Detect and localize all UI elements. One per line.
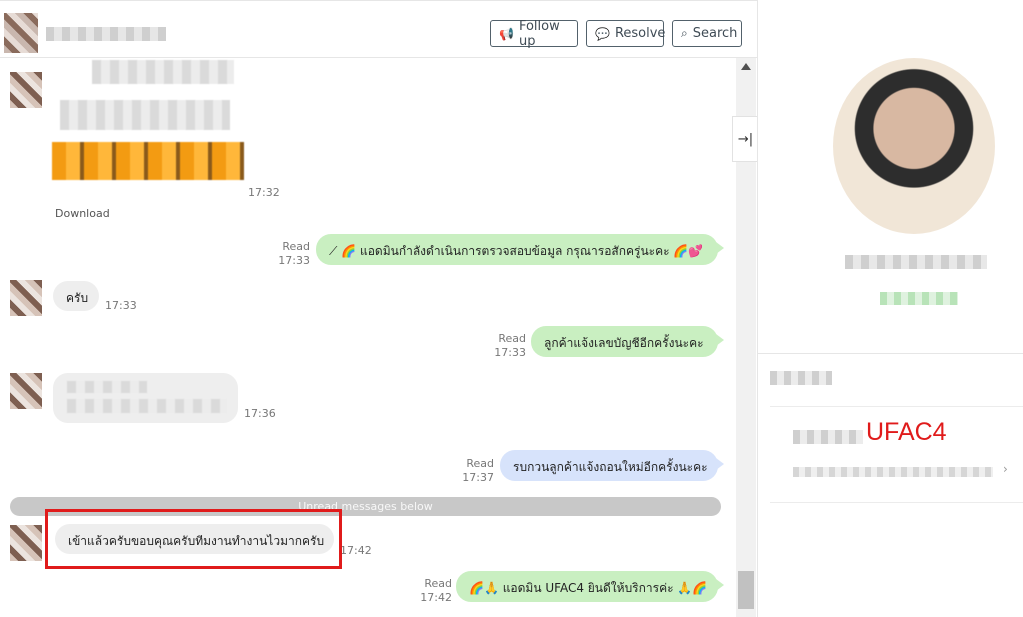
message-text: ลูกค้าแจ้งเลขบัญชีอีกครั้งนะคะ <box>544 336 704 350</box>
panel-divider <box>757 353 1023 354</box>
chat-app: 📢 Follow up 💬 Resolve ⌕ Search →| 17:32 … <box>0 0 1023 617</box>
download-link[interactable]: Download <box>55 207 110 220</box>
profile-picture[interactable] <box>833 58 995 234</box>
collapse-right-icon: →| <box>737 131 754 147</box>
message-text: ครับ <box>66 291 89 305</box>
read-receipt: Read 17:37 <box>462 457 494 485</box>
scroll-up-arrow-icon[interactable] <box>741 63 751 70</box>
scrollbar-thumb[interactable] <box>738 571 754 609</box>
section-label-redacted <box>770 371 832 385</box>
message-time: 17:33 <box>494 346 526 359</box>
redacted-text <box>60 100 230 130</box>
outgoing-message-bubble: 🌈🙏 แอดมิน UFAC4 ยินดีให้บริการค่ะ 🙏🌈 <box>456 571 724 602</box>
search-button[interactable]: ⌕ Search <box>672 20 742 47</box>
read-status: Read <box>282 240 310 253</box>
info-card-detail-redacted <box>793 467 993 477</box>
info-card-title-redacted <box>793 430 863 444</box>
sender-avatar <box>10 280 42 316</box>
profile-status-redacted <box>880 292 958 305</box>
message-time: 17:32 <box>248 186 280 199</box>
resolve-button[interactable]: 💬 Resolve <box>586 20 666 47</box>
message-time: 17:42 <box>420 591 452 604</box>
highlight-annotation-box <box>45 509 342 569</box>
redacted-text <box>67 399 227 413</box>
search-icon: ⌕ <box>681 26 688 40</box>
overlay-brand-label: UFAC4 <box>866 418 947 446</box>
message-time: 17:36 <box>244 407 276 420</box>
message-time: 17:33 <box>105 299 137 312</box>
outgoing-message-bubble: ⟋ 🌈 แอดมินกำลังดำเนินการตรวจสอบข้อมูล กร… <box>316 234 724 265</box>
read-receipt: Read 17:33 <box>494 332 526 360</box>
message-text: รบกวนลูกค้าแจ้งถอนใหม่อีกครั้งนะคะ <box>513 460 708 474</box>
read-status: Read <box>498 332 526 345</box>
redacted-text <box>92 60 234 84</box>
read-receipt: Read 17:42 <box>420 577 452 605</box>
follow-up-label: Follow up <box>518 18 560 49</box>
collapse-panel-button[interactable]: →| <box>732 116 758 162</box>
follow-up-button[interactable]: 📢 Follow up <box>490 18 578 49</box>
message-text: 🌈🙏 แอดมิน UFAC4 ยินดีให้บริการค่ะ 🙏🌈 <box>469 581 708 595</box>
message-time: 17:33 <box>278 254 310 267</box>
read-receipt: Read 17:33 <box>278 240 310 268</box>
outgoing-message-bubble: ลูกค้าแจ้งเลขบัญชีอีกครั้งนะคะ <box>531 326 724 357</box>
speech-bubble-icon: 💬 <box>595 26 610 41</box>
outgoing-message-bubble: รบกวนลูกค้าแจ้งถอนใหม่อีกครั้งนะคะ <box>500 450 724 481</box>
message-time: 17:37 <box>462 471 494 484</box>
sender-avatar <box>10 525 42 561</box>
read-status: Read <box>424 577 452 590</box>
chat-header: 📢 Follow up 💬 Resolve ⌕ Search <box>0 0 757 58</box>
redacted-image[interactable] <box>52 142 244 180</box>
megaphone-icon: 📢 <box>499 26 514 41</box>
profile-name-redacted <box>845 255 987 269</box>
sender-avatar <box>10 373 42 409</box>
resolve-label: Resolve <box>614 26 666 41</box>
incoming-message-bubble <box>53 373 238 423</box>
redacted-text <box>67 381 147 393</box>
message-time: 17:42 <box>340 544 372 557</box>
search-label: Search <box>692 26 738 41</box>
contact-name-redacted <box>46 27 166 41</box>
sender-avatar <box>10 72 42 108</box>
chevron-right-icon[interactable]: › <box>1003 462 1008 476</box>
incoming-message-bubble: ครับ <box>53 281 99 311</box>
contact-avatar[interactable] <box>4 13 38 53</box>
message-text: ⟋ 🌈 แอดมินกำลังดำเนินการตรวจสอบข้อมูล กร… <box>329 244 704 258</box>
read-status: Read <box>466 457 494 470</box>
